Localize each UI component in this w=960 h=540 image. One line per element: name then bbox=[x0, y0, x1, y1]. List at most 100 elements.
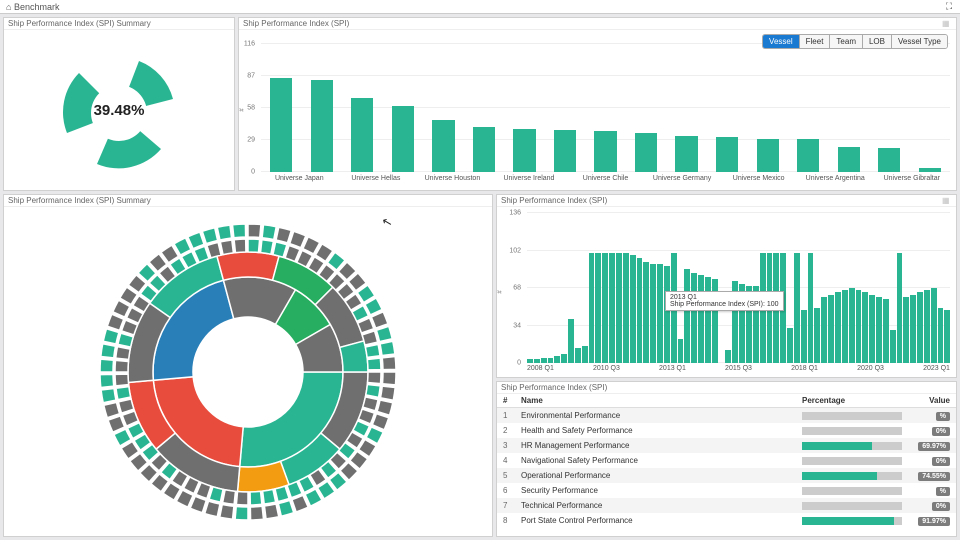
quarter-bar[interactable] bbox=[602, 253, 608, 363]
vessel-bar[interactable] bbox=[797, 139, 819, 172]
quarter-bar[interactable] bbox=[814, 308, 820, 363]
quarter-bar[interactable] bbox=[890, 330, 896, 363]
vessel-bar[interactable] bbox=[878, 148, 900, 172]
vessel-bar[interactable] bbox=[635, 133, 657, 172]
quarter-bar[interactable] bbox=[842, 290, 848, 363]
vessel-bar[interactable] bbox=[838, 147, 860, 172]
quarter-bar[interactable] bbox=[931, 288, 937, 363]
segment-team[interactable]: Team bbox=[829, 35, 862, 48]
row-number: 5 bbox=[503, 471, 521, 480]
vessel-bar[interactable] bbox=[513, 129, 535, 172]
vessel-bar[interactable] bbox=[351, 98, 373, 172]
segment-vessel[interactable]: Vessel bbox=[763, 35, 799, 48]
quarter-bar[interactable] bbox=[575, 348, 581, 363]
quarter-bar[interactable] bbox=[595, 253, 601, 363]
quarter-bar[interactable] bbox=[548, 358, 554, 364]
quarter-bar[interactable] bbox=[808, 253, 814, 363]
quarter-bar[interactable] bbox=[938, 308, 944, 363]
table-row[interactable]: 7Technical Performance0% bbox=[497, 498, 956, 513]
grid-icon[interactable]: ▦ bbox=[942, 196, 952, 206]
quarter-bar[interactable] bbox=[897, 253, 903, 363]
quarter-bar[interactable] bbox=[554, 356, 560, 363]
vessel-bar[interactable] bbox=[716, 137, 738, 172]
segment-fleet[interactable]: Fleet bbox=[799, 35, 830, 48]
row-number: 3 bbox=[503, 441, 521, 450]
quarter-bar[interactable] bbox=[917, 292, 923, 363]
panel-title: Ship Performance Index (SPI) bbox=[243, 19, 349, 28]
quarter-bar[interactable] bbox=[903, 297, 909, 363]
segment-vessel-type[interactable]: Vessel Type bbox=[891, 35, 947, 48]
row-name: Port State Control Performance bbox=[521, 516, 802, 525]
quarter-bar[interactable] bbox=[630, 255, 636, 363]
table-row[interactable]: 6Security Performance% bbox=[497, 483, 956, 498]
y-tick: 136 bbox=[509, 210, 521, 217]
quarter-bar[interactable] bbox=[821, 297, 827, 363]
x-label: Universe Houston bbox=[414, 175, 491, 187]
vessel-bar[interactable] bbox=[594, 131, 616, 172]
quarter-bar[interactable] bbox=[944, 310, 950, 363]
spi-vessel-bar-panel: Ship Performance Index (SPI) ▦ VesselFle… bbox=[238, 17, 957, 191]
quarter-bar[interactable] bbox=[725, 350, 731, 363]
vessel-bar[interactable] bbox=[554, 130, 576, 172]
vessel-bar[interactable] bbox=[432, 120, 454, 172]
row-number: 1 bbox=[503, 411, 521, 420]
quarter-bar[interactable] bbox=[650, 264, 656, 363]
quarter-bar[interactable] bbox=[534, 359, 540, 363]
table-row[interactable]: 8Port State Control Performance91.97% bbox=[497, 513, 956, 528]
quarter-bar[interactable] bbox=[664, 266, 670, 363]
quarter-bar[interactable] bbox=[849, 288, 855, 363]
quarter-bar[interactable] bbox=[801, 310, 807, 363]
table-row[interactable]: 1Environmental Performance% bbox=[497, 408, 956, 423]
quarter-bar[interactable] bbox=[910, 295, 916, 363]
panel-title: Ship Performance Index (SPI) bbox=[501, 383, 607, 392]
quarter-bar[interactable] bbox=[582, 346, 588, 363]
quarter-bar[interactable] bbox=[869, 295, 875, 363]
x-label: 2020 Q3 bbox=[857, 365, 884, 375]
grid-icon[interactable]: ▦ bbox=[942, 19, 952, 29]
quarter-bar[interactable] bbox=[609, 253, 615, 363]
vessel-bar[interactable] bbox=[392, 106, 414, 172]
quarter-bar[interactable] bbox=[589, 253, 595, 363]
vessel-bar[interactable] bbox=[757, 139, 779, 172]
fullscreen-icon[interactable]: ⛶ bbox=[944, 2, 954, 12]
chart-tooltip: 2013 Q1 Ship Performance Index (SPI): 10… bbox=[665, 291, 784, 311]
quarter-bar[interactable] bbox=[883, 299, 889, 363]
table-row[interactable]: 3HR Management Performance69.97% bbox=[497, 438, 956, 453]
table-row[interactable]: 5Operational Performance74.55% bbox=[497, 468, 956, 483]
quarter-bar[interactable] bbox=[541, 358, 547, 364]
quarter-bar[interactable] bbox=[705, 277, 711, 363]
quarter-bar[interactable] bbox=[637, 258, 643, 363]
quarter-bar[interactable] bbox=[623, 253, 629, 363]
quarter-bar[interactable] bbox=[691, 273, 697, 363]
row-value: % bbox=[902, 486, 950, 496]
y-tick: 116 bbox=[244, 41, 255, 48]
quarter-bar[interactable] bbox=[616, 253, 622, 363]
vessel-bar[interactable] bbox=[675, 136, 697, 172]
vessel-bar[interactable] bbox=[919, 168, 941, 172]
quarter-bar[interactable] bbox=[924, 290, 930, 363]
quarter-bar[interactable] bbox=[794, 253, 800, 363]
table-row[interactable]: 2Health and Safety Performance0% bbox=[497, 423, 956, 438]
vessel-bar[interactable] bbox=[311, 80, 333, 172]
quarter-bar[interactable] bbox=[856, 290, 862, 363]
quarter-bar[interactable] bbox=[657, 264, 663, 363]
y-tick: 58 bbox=[247, 105, 255, 112]
quarter-bar[interactable] bbox=[787, 328, 793, 363]
quarter-bar[interactable] bbox=[828, 295, 834, 363]
quarter-bar[interactable] bbox=[643, 262, 649, 363]
quarter-bar[interactable] bbox=[698, 275, 704, 363]
quarter-bar[interactable] bbox=[835, 292, 841, 363]
quarter-bar[interactable] bbox=[561, 354, 567, 363]
segment-lob[interactable]: LOB bbox=[862, 35, 891, 48]
quarter-bar[interactable] bbox=[862, 292, 868, 363]
quarter-bar[interactable] bbox=[568, 319, 574, 363]
vessel-bar[interactable] bbox=[473, 127, 495, 172]
quarter-bar[interactable] bbox=[678, 339, 684, 363]
quarter-bar[interactable] bbox=[684, 269, 690, 363]
vessel-bar[interactable] bbox=[270, 78, 292, 172]
quarterly-bar-chart: 03468102136 # 2013 Q1 Ship Performance I… bbox=[497, 207, 956, 377]
quarter-bar[interactable] bbox=[527, 359, 533, 363]
table-row[interactable]: 4Navigational Safety Performance0% bbox=[497, 453, 956, 468]
row-value: 0% bbox=[902, 501, 950, 511]
quarter-bar[interactable] bbox=[876, 297, 882, 363]
